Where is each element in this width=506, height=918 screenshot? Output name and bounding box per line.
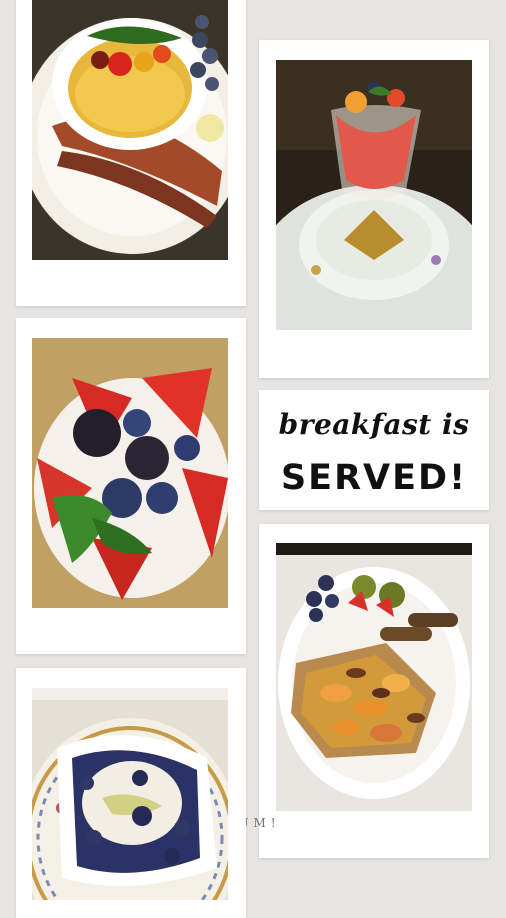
photo-blueberry-cream <box>32 688 228 900</box>
heading-script: breakfast is <box>278 408 470 441</box>
photo-fruit-cup <box>276 60 472 330</box>
photo-berries <box>32 338 228 608</box>
heading-bold: SERVED! <box>280 458 468 498</box>
heading-card: breakfast is SERVED! <box>259 390 489 510</box>
photo-french-toast <box>276 543 472 811</box>
photo-egg-souffle <box>32 0 228 260</box>
